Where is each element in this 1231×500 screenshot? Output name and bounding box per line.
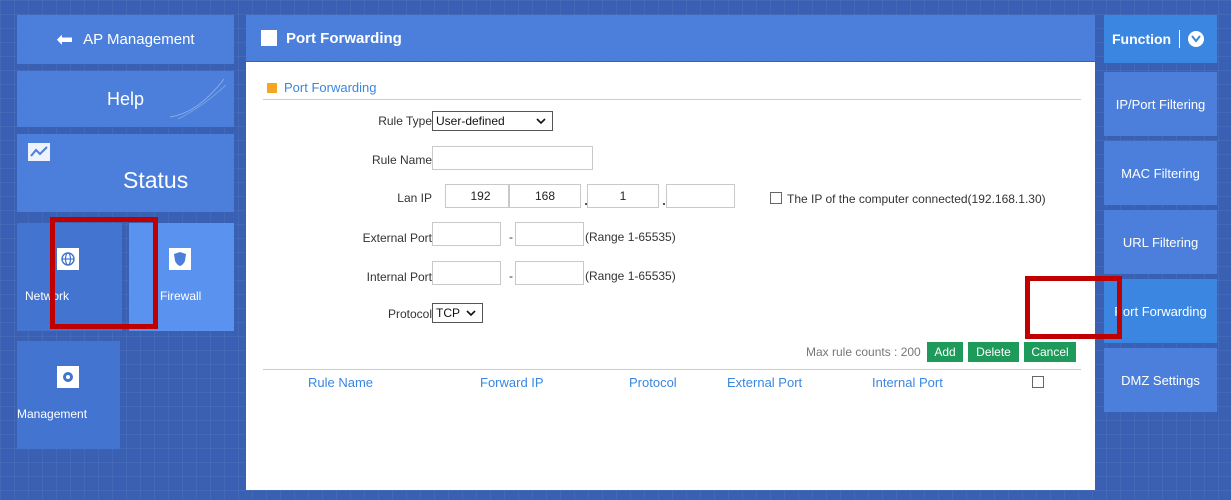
col-rule-name: Rule Name xyxy=(308,375,374,390)
col-internal-port: Internal Port xyxy=(872,375,943,390)
highlight-box xyxy=(1025,276,1122,339)
internal-port-label: Internal Port xyxy=(366,270,432,284)
lan-ip-octet-4[interactable] xyxy=(666,184,735,208)
internal-port-start-input[interactable] xyxy=(432,261,501,285)
status-tile[interactable]: Status xyxy=(17,134,234,212)
firewall-label: Firewall xyxy=(160,289,202,303)
internal-port-range: (Range 1-65535) xyxy=(585,269,676,283)
arrow-left-icon: ⬅ xyxy=(56,29,74,51)
page-title: Port Forwarding xyxy=(286,29,402,47)
management-tile[interactable]: Management xyxy=(17,341,120,449)
function-menu[interactable]: Function xyxy=(1104,15,1217,63)
decor-swoosh-icon xyxy=(169,78,227,120)
internal-port-end-input[interactable] xyxy=(515,261,584,285)
help-label: Help xyxy=(106,88,145,109)
col-protocol: Protocol xyxy=(629,375,677,390)
header-square-icon xyxy=(261,30,277,46)
menu-ip-port-filtering[interactable]: IP/Port Filtering xyxy=(1104,72,1217,136)
external-port-label: External Port xyxy=(362,231,432,245)
external-port-end-input[interactable] xyxy=(515,222,584,246)
menu-url-filtering[interactable]: URL Filtering xyxy=(1104,210,1217,274)
external-port-start-input[interactable] xyxy=(432,222,501,246)
menu-dmz-settings[interactable]: DMZ Settings xyxy=(1104,348,1217,412)
lan-ip-octet-1[interactable]: 192 xyxy=(445,184,516,208)
ap-management-button[interactable]: ⬅ AP Management xyxy=(17,15,234,64)
shield-icon xyxy=(169,248,191,270)
col-forward-ip: Forward IP xyxy=(480,375,544,390)
help-tile[interactable]: Help xyxy=(17,71,234,127)
dash: - xyxy=(509,230,513,244)
protocol-select[interactable]: TCP xyxy=(432,303,483,323)
col-external-port: External Port xyxy=(727,375,803,390)
external-port-range: (Range 1-65535) xyxy=(585,230,676,244)
status-label: Status xyxy=(123,167,189,193)
connected-ip-label: The IP of the computer connected(192.168… xyxy=(787,192,1046,206)
rule-type-label: Rule Type xyxy=(378,114,432,128)
chevron-down-icon xyxy=(466,310,476,317)
chevron-down-icon xyxy=(1188,31,1205,47)
max-rule-count: Max rule counts : 200 xyxy=(806,345,921,359)
ip-dot xyxy=(663,203,665,205)
chevron-down-icon xyxy=(536,118,546,125)
gear-icon xyxy=(57,366,79,388)
connected-ip-checkbox[interactable] xyxy=(770,192,782,204)
lan-ip-octet-2[interactable]: 168 xyxy=(509,184,581,208)
table-divider xyxy=(263,369,1081,370)
section-title-text: Port Forwarding xyxy=(284,80,377,95)
add-button[interactable]: Add xyxy=(927,342,963,362)
ap-management-label: AP Management xyxy=(83,31,195,48)
chart-line-icon xyxy=(28,143,50,161)
rule-type-select[interactable]: User-defined xyxy=(432,111,553,131)
rule-type-value: User-defined xyxy=(436,114,505,128)
divider xyxy=(1179,30,1181,48)
menu-mac-filtering[interactable]: MAC Filtering xyxy=(1104,141,1217,205)
divider xyxy=(263,99,1081,100)
select-all-checkbox[interactable] xyxy=(1032,376,1044,388)
section-title: Port Forwarding xyxy=(267,80,376,95)
rule-name-label: Rule Name xyxy=(371,153,432,167)
management-label: Management xyxy=(17,407,88,421)
delete-button[interactable]: Delete xyxy=(968,342,1019,362)
section-bullet-icon xyxy=(267,82,277,93)
lan-ip-label: Lan IP xyxy=(397,191,432,205)
page-header: Port Forwarding xyxy=(246,15,1095,61)
protocol-value: TCP xyxy=(436,306,460,320)
content-panel: Port Forwarding Rule Type User-defined R… xyxy=(246,62,1095,490)
lan-ip-octet-3[interactable]: 1 xyxy=(587,184,659,208)
dash: - xyxy=(509,269,513,283)
protocol-label: Protocol xyxy=(387,307,432,321)
highlight-box xyxy=(50,217,158,329)
cancel-button[interactable]: Cancel xyxy=(1024,342,1076,362)
rule-name-input[interactable] xyxy=(432,146,593,170)
function-label: Function xyxy=(1112,31,1172,47)
